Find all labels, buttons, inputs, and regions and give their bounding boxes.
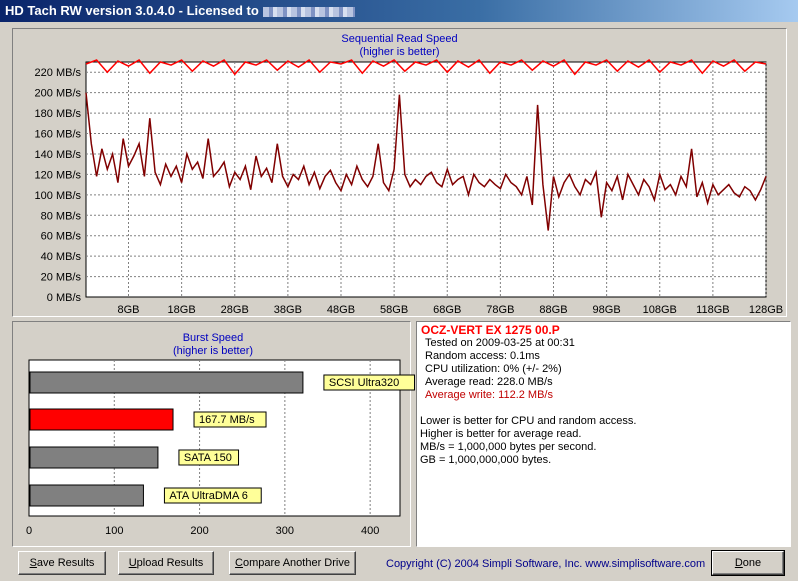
burst-chart-title-block: Burst Speed (higher is better) xyxy=(13,332,413,358)
note-gb-definition: GB = 1,000,000,000 bytes. xyxy=(420,454,552,466)
compare-label: ompare Another Drive xyxy=(242,557,350,569)
read-chart-subtitle: (higher is better) xyxy=(359,46,440,58)
title-bar: HD Tach RW version 3.0.4.0 - Licensed to xyxy=(0,0,798,22)
done-label: one xyxy=(742,557,762,569)
redacted-licensee xyxy=(262,6,355,17)
read-chart-panel: Sequential Read Speed (higher is better) xyxy=(12,28,787,317)
read-chart-title: Sequential Read Speed xyxy=(341,33,458,45)
window-title: HD Tach RW version 3.0.4.0 - Licensed to xyxy=(5,3,355,18)
done-hotkey: D xyxy=(734,557,743,569)
note-lower-better: Lower is better for CPU and random acces… xyxy=(420,415,637,427)
drive-name: OCZ-VERT EX 1275 00.P xyxy=(421,323,560,337)
average-write: Average write: 112.2 MB/s xyxy=(425,389,553,401)
window-title-text: HD Tach RW version 3.0.4.0 - Licensed to xyxy=(5,3,259,18)
upload-results-hotkey: U xyxy=(128,557,137,569)
save-results-button[interactable]: Save Results xyxy=(18,551,106,575)
tested-date: Tested on 2009-03-25 at 00:31 xyxy=(425,337,575,349)
note-higher-better: Higher is better for average read. xyxy=(420,428,582,440)
average-read: Average read: 228.0 MB/s xyxy=(425,376,553,388)
drive-info-panel: OCZ-VERT EX 1275 00.P Tested on 2009-03-… xyxy=(416,321,791,547)
upload-results-label: pload Results xyxy=(136,557,204,569)
burst-chart-panel: Burst Speed (higher is better) xyxy=(12,321,411,547)
save-results-hotkey: S xyxy=(29,557,37,569)
cpu-utilization: CPU utilization: 0% (+/- 2%) xyxy=(425,363,562,375)
read-chart-title-block: Sequential Read Speed (higher is better) xyxy=(13,33,786,59)
save-results-label: ave Results xyxy=(36,557,95,569)
note-mbs-definition: MB/s = 1,000,000 bytes per second. xyxy=(420,441,597,453)
burst-chart-title: Burst Speed xyxy=(182,332,244,344)
compare-another-drive-button[interactable]: Compare Another Drive xyxy=(229,551,356,575)
burst-chart-subtitle: (higher is better) xyxy=(172,345,254,357)
done-button[interactable]: Done xyxy=(711,550,785,576)
copyright-text: Copyright (C) 2004 Simpli Software, Inc.… xyxy=(386,558,706,570)
random-access: Random access: 0.1ms xyxy=(425,350,540,362)
compare-hotkey: C xyxy=(235,557,243,569)
upload-results-button[interactable]: Upload Results xyxy=(118,551,214,575)
